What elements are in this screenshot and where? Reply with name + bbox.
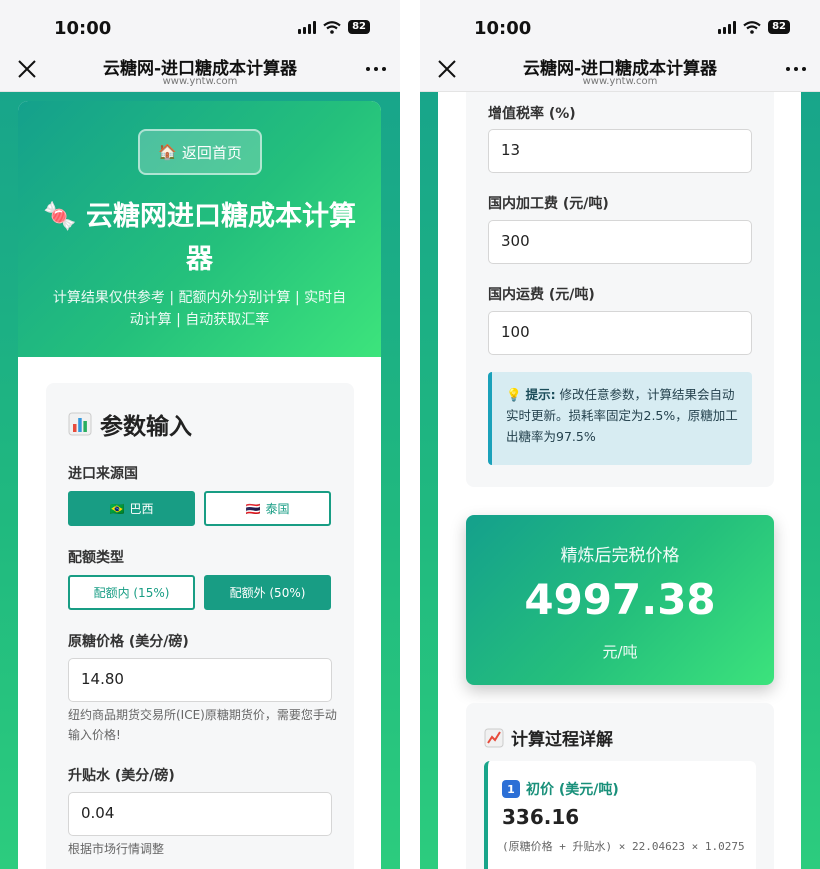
home-button-label: 返回首页 <box>181 143 242 162</box>
status-icons: 82 <box>718 20 790 34</box>
left-phone-screen: 10:00 82 云糖网-进口糖成本计算器 www.yntw.com 🏠 返回首… <box>0 0 400 869</box>
more-icon[interactable] <box>786 67 806 71</box>
process-panel: 计算过程详解 1 初价 (美元/吨) 336.16 (原糖价格 + 升贴水) ×… <box>466 703 774 869</box>
wifi-icon <box>743 20 761 34</box>
house-icon: 🏠 <box>158 143 177 161</box>
battery-icon: 82 <box>348 20 370 34</box>
vat-label: 增值税率 (%) <box>488 106 576 122</box>
page-title: 🍬 云糖网进口糖成本计算器 <box>42 201 357 275</box>
origin-label: 进口来源国 <box>68 466 138 482</box>
right-phone-screen: 10:00 82 云糖网-进口糖成本计算器 www.yntw.com 增值税率 … <box>420 0 820 869</box>
result-unit: 元/吨 <box>602 643 638 661</box>
home-button[interactable]: 🏠 返回首页 <box>138 129 262 175</box>
line-chart-icon <box>484 728 504 747</box>
freight-label: 国内运费 (元/吨) <box>488 287 595 303</box>
status-time: 10:00 <box>474 18 532 39</box>
quota-option-in[interactable]: 配额内 (15%) <box>68 575 195 610</box>
params-panel-continued: 增值税率 (%) 13 国内加工费 (元/吨) 300 国内运费 (元/吨) 1… <box>466 92 774 487</box>
process-step: 1 初价 (美元/吨) 336.16 (原糖价格 + 升贴水) × 22.046… <box>484 761 756 869</box>
params-panel: 参数输入 进口来源国 🇧🇷 巴西 🇹🇭 泰国 配额类型 配额内 (15%) 配额… <box>46 383 354 869</box>
battery-icon: 82 <box>768 20 790 34</box>
page-background: 增值税率 (%) 13 国内加工费 (元/吨) 300 国内运费 (元/吨) 1… <box>420 92 820 869</box>
process-title: 计算过程详解 <box>484 725 613 750</box>
more-icon[interactable] <box>366 67 386 71</box>
status-icons: 82 <box>298 20 370 34</box>
result-label: 精炼后完税价格 <box>560 546 680 566</box>
origin-option-thailand[interactable]: 🇹🇭 泰国 <box>204 491 331 526</box>
browser-navbar: 云糖网-进口糖成本计算器 www.yntw.com <box>420 46 820 92</box>
wifi-icon <box>323 20 341 34</box>
raw-price-hint: 纽约商品期货交易所(ICE)原糖期货价，需要您手动输入价格! <box>68 708 337 742</box>
main-card: 🏠 返回首页 🍬 云糖网进口糖成本计算器 计算结果仅供参考 | 配额内外分别计算… <box>18 101 381 869</box>
quota-label: 配额类型 <box>68 550 124 566</box>
signal-icon <box>298 20 317 34</box>
step-value: 336.16 <box>502 805 580 829</box>
browser-navbar: 云糖网-进口糖成本计算器 www.yntw.com <box>0 46 400 92</box>
premium-label: 升贴水 (美分/磅) <box>68 768 175 784</box>
tip-box: 💡 提示: 修改任意参数，计算结果会自动实时更新。损耗率固定为2.5%，原糖加工… <box>488 372 752 465</box>
result-value: 4997.38 <box>524 575 716 624</box>
premium-hint: 根据市场行情调整 <box>68 842 165 856</box>
candy-icon: 🍬 <box>42 201 77 232</box>
origin-option-brazil[interactable]: 🇧🇷 巴西 <box>68 491 195 526</box>
thailand-flag-icon: 🇹🇭 <box>245 501 261 516</box>
step-title: 1 初价 (美元/吨) <box>502 779 619 799</box>
freight-input[interactable]: 100 <box>488 311 752 355</box>
processing-fee-label: 国内加工费 (元/吨) <box>488 196 609 212</box>
raw-price-input[interactable]: 14.80 <box>68 658 332 702</box>
brazil-flag-icon: 🇧🇷 <box>109 501 125 516</box>
nav-url: www.yntw.com <box>582 76 658 87</box>
lightbulb-icon: 💡 <box>506 387 522 402</box>
page-background: 🏠 返回首页 🍬 云糖网进口糖成本计算器 计算结果仅供参考 | 配额内外分别计算… <box>0 92 400 869</box>
result-card: 精炼后完税价格 4997.38 元/吨 <box>466 515 774 685</box>
nav-url: www.yntw.com <box>162 76 238 87</box>
raw-price-label: 原糖价格 (美分/磅) <box>68 634 189 650</box>
number-one-icon: 1 <box>502 780 520 798</box>
vat-input[interactable]: 13 <box>488 129 752 173</box>
main-card: 增值税率 (%) 13 国内加工费 (元/吨) 300 国内运费 (元/吨) 1… <box>438 92 801 869</box>
status-bar: 10:00 82 <box>420 0 820 46</box>
processing-fee-input[interactable]: 300 <box>488 220 752 264</box>
page-subtitle: 计算结果仅供参考 | 配额内外分别计算 | 实时自动计算 | 自动获取汇率 <box>52 290 347 328</box>
tip-title: 提示: <box>525 387 556 402</box>
quota-option-out[interactable]: 配额外 (50%) <box>204 575 331 610</box>
step-formula: (原糖价格 + 升贴水) × 22.04623 × 1.0275 <box>502 840 745 853</box>
status-bar: 10:00 82 <box>0 0 400 46</box>
bar-chart-icon <box>68 412 92 436</box>
params-title: 参数输入 <box>68 407 192 441</box>
status-time: 10:00 <box>54 18 112 39</box>
premium-input[interactable]: 0.04 <box>68 792 332 836</box>
signal-icon <box>718 20 737 34</box>
hero-header: 🏠 返回首页 🍬 云糖网进口糖成本计算器 计算结果仅供参考 | 配额内外分别计算… <box>18 101 381 357</box>
